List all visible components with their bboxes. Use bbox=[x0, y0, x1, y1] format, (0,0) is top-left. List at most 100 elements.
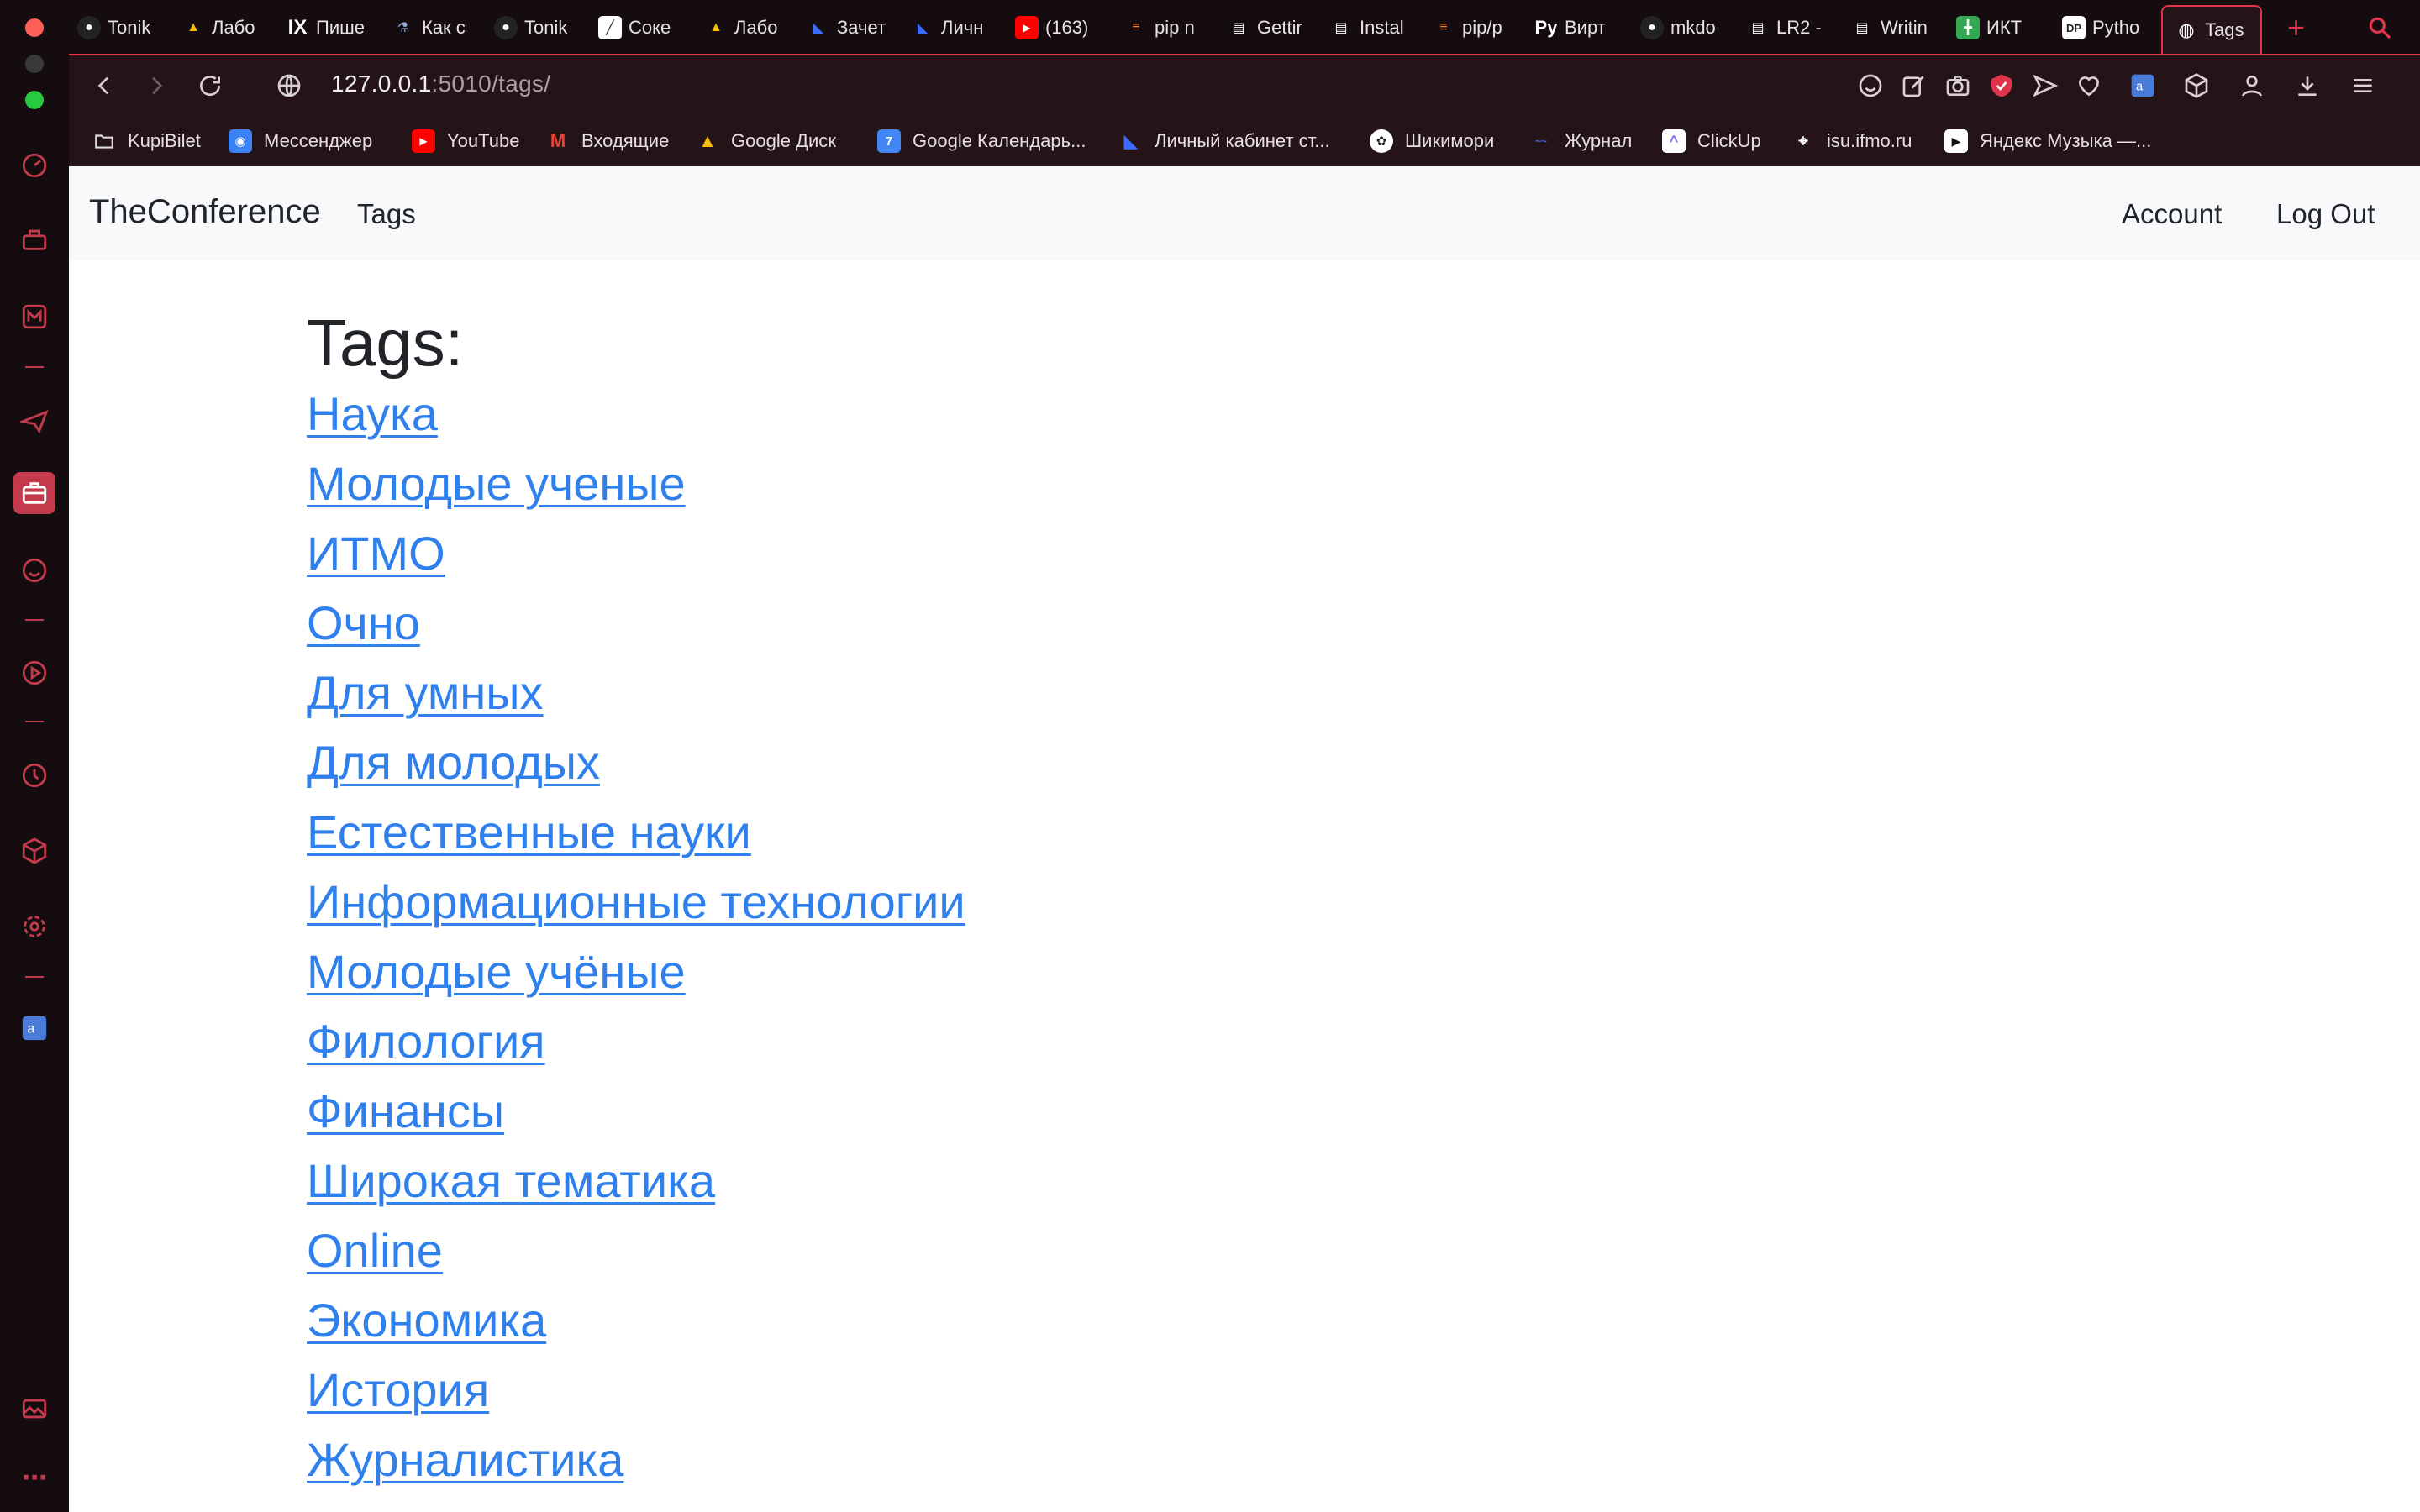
bookmark-label: Мессенджер bbox=[264, 130, 373, 151]
bookmark-yandex-music[interactable]: ▶ Яндекс Музыка —... bbox=[1944, 124, 2151, 158]
bookmark-kupibilet[interactable]: KupiBilet bbox=[92, 124, 201, 158]
download-icon[interactable] bbox=[2289, 67, 2326, 104]
translate-icon[interactable]: a bbox=[13, 1007, 55, 1049]
tag-link[interactable]: Журналистика bbox=[307, 1433, 623, 1486]
tab[interactable]: ▶ (163) bbox=[1015, 8, 1114, 47]
tag-link[interactable]: Молодые ученые bbox=[307, 457, 686, 510]
tab[interactable]: ◣ Зачет bbox=[807, 8, 901, 47]
messenger-panel-icon[interactable] bbox=[13, 296, 55, 338]
tab[interactable]: Ру Вирт bbox=[1534, 8, 1628, 47]
tag-link[interactable]: Широкая тематика bbox=[307, 1154, 715, 1207]
tag-link[interactable]: Очно bbox=[307, 596, 420, 649]
profile-icon[interactable] bbox=[2233, 67, 2270, 104]
brand-link[interactable]: TheConference bbox=[89, 193, 321, 231]
github-icon: ● bbox=[77, 16, 101, 39]
more-icon[interactable]: ⋯ bbox=[13, 1457, 55, 1499]
player-icon[interactable] bbox=[13, 652, 55, 694]
plane-icon[interactable] bbox=[13, 398, 55, 440]
tab[interactable]: ╋ ИКТ bbox=[1956, 8, 2042, 47]
github-icon: ● bbox=[494, 16, 518, 39]
jetbrains-icon: ◣ bbox=[1123, 130, 1139, 151]
workspaces-icon[interactable] bbox=[13, 472, 55, 514]
extensions-cube-icon[interactable] bbox=[13, 830, 55, 872]
tab-label: Instal bbox=[1360, 17, 1404, 38]
zoom-window-button[interactable] bbox=[25, 91, 44, 109]
url-field[interactable]: 127.0.0.1:5010/tags/ bbox=[331, 71, 550, 97]
minimize-window-button[interactable] bbox=[25, 55, 44, 73]
list-item: Журналистика bbox=[307, 1431, 965, 1500]
tab[interactable]: ≡ pip/p bbox=[1432, 8, 1519, 47]
tab[interactable]: ▤ Writin bbox=[1850, 8, 1943, 47]
easy-setup-menu-icon[interactable] bbox=[2344, 67, 2381, 104]
tag-link[interactable]: Информационные технологии bbox=[307, 875, 965, 928]
tab[interactable]: ● Tonik bbox=[494, 8, 587, 47]
tab[interactable]: IX Пише bbox=[286, 8, 375, 47]
nav-account-link[interactable]: Account bbox=[2122, 198, 2222, 230]
search-tabs-icon[interactable] bbox=[2366, 8, 2403, 47]
history-icon[interactable] bbox=[13, 754, 55, 796]
youtube-icon: ▶ bbox=[412, 129, 435, 153]
new-tab-button[interactable]: + bbox=[2287, 8, 2305, 47]
tab[interactable]: ▤ Instal bbox=[1329, 8, 1422, 47]
tag-link[interactable]: Молодые учёные bbox=[307, 945, 686, 998]
tab[interactable]: ⚗ Как с bbox=[392, 8, 479, 47]
tag-link[interactable]: Online bbox=[307, 1224, 443, 1277]
emoji-toolbar-icon[interactable] bbox=[1852, 67, 1889, 104]
journal-icon: ~~ bbox=[1534, 135, 1547, 147]
svg-text:a: a bbox=[28, 1022, 35, 1037]
bookmark-google-calendar[interactable]: 7 Google Календарь... bbox=[877, 124, 1086, 158]
cube-icon[interactable] bbox=[2178, 67, 2215, 104]
bookmark-google-drive[interactable]: ▲ Google Диск bbox=[696, 124, 836, 158]
forward-arrow-icon[interactable] bbox=[138, 67, 175, 104]
reload-icon[interactable] bbox=[192, 67, 229, 104]
translate-toolbar-icon[interactable]: a bbox=[2124, 67, 2161, 104]
tag-link[interactable]: Естественные науки bbox=[307, 806, 751, 858]
bookmark-journal[interactable]: ~~ Журнал bbox=[1529, 124, 1632, 158]
back-arrow-icon[interactable] bbox=[86, 67, 123, 104]
settings-icon[interactable] bbox=[13, 906, 55, 948]
sidebar-divider bbox=[25, 619, 44, 621]
tab[interactable]: ◣ Личн bbox=[911, 8, 1003, 47]
tag-link[interactable]: ИТМО bbox=[307, 527, 445, 580]
tab[interactable]: ▲ Лабо bbox=[704, 8, 792, 47]
bookmark-isu[interactable]: ⌖ isu.ifmo.ru bbox=[1791, 124, 1912, 158]
heart-icon[interactable] bbox=[2070, 67, 2107, 104]
speed-dial-icon[interactable] bbox=[13, 144, 55, 186]
gallery-icon[interactable] bbox=[13, 1388, 55, 1430]
tag-link[interactable]: Наука bbox=[307, 387, 438, 440]
emoji-icon[interactable] bbox=[13, 549, 55, 591]
tab-active[interactable]: ◍ Tags bbox=[2161, 5, 2262, 54]
bookmark-personal-cabinet[interactable]: ◣ Личный кабинет ст... bbox=[1119, 124, 1330, 158]
site-info-globe-icon[interactable] bbox=[271, 67, 308, 104]
tab[interactable]: ▲ Лабо bbox=[182, 8, 269, 47]
nav-logout-link[interactable]: Log Out bbox=[2276, 198, 2375, 230]
docs-icon: ▤ bbox=[1334, 21, 1348, 35]
bookmark-inbox[interactable]: M Входящие bbox=[546, 124, 669, 158]
tab[interactable]: ▤ LR2 - bbox=[1746, 8, 1835, 47]
bookmark-clickup[interactable]: ^ ClickUp bbox=[1662, 124, 1761, 158]
edit-icon[interactable] bbox=[1896, 67, 1933, 104]
bag-icon[interactable] bbox=[13, 218, 55, 260]
nav-tags-link[interactable]: Tags bbox=[357, 198, 416, 230]
tab[interactable]: ╱ Соке bbox=[598, 8, 689, 47]
send-icon[interactable] bbox=[2027, 67, 2064, 104]
tab[interactable]: DP Pytho bbox=[2062, 8, 2151, 47]
tag-link[interactable]: Экономика bbox=[307, 1294, 546, 1347]
bookmark-messenger[interactable]: ◉ Мессенджер bbox=[229, 124, 372, 158]
shield-icon[interactable] bbox=[1983, 67, 2020, 104]
tag-link[interactable]: Для умных bbox=[307, 666, 544, 719]
bookmark-youtube[interactable]: ▶ YouTube bbox=[412, 124, 519, 158]
close-window-button[interactable] bbox=[25, 18, 44, 37]
tag-link[interactable]: Филология bbox=[307, 1015, 545, 1068]
tag-link[interactable]: История bbox=[307, 1363, 489, 1416]
tab[interactable]: ● Tonik bbox=[77, 8, 170, 47]
list-item: Финансы bbox=[307, 1082, 965, 1152]
tab[interactable]: ▤ Gettir bbox=[1227, 8, 1319, 47]
tab[interactable]: ≡ pip n bbox=[1124, 8, 1208, 47]
tab[interactable]: ● mkdo bbox=[1640, 8, 1738, 47]
bookmark-shikimori[interactable]: ✿ Шикимори bbox=[1370, 124, 1494, 158]
tag-link[interactable]: Финансы bbox=[307, 1084, 504, 1137]
tag-link[interactable]: Для молодых bbox=[307, 736, 600, 789]
list-item: Для умных bbox=[307, 664, 965, 733]
camera-icon[interactable] bbox=[1939, 67, 1976, 104]
